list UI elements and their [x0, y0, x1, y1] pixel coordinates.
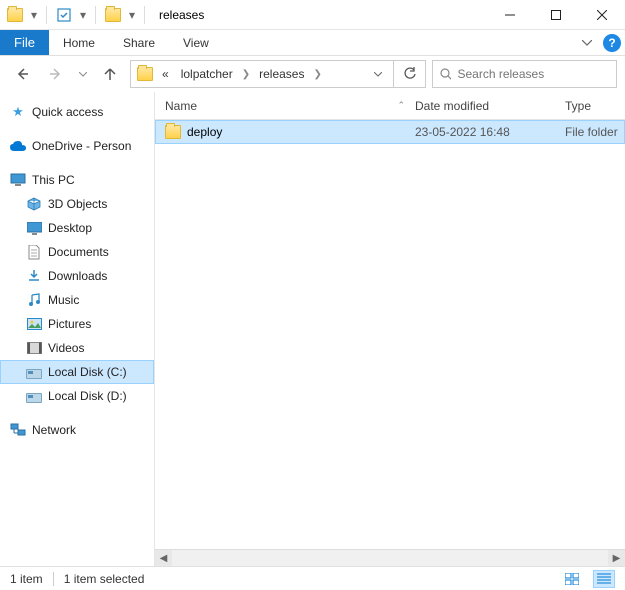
cloud-icon: [10, 138, 26, 154]
horizontal-scrollbar[interactable]: ◀ ▶: [155, 549, 625, 566]
window-title: releases: [153, 8, 487, 22]
close-button[interactable]: [579, 0, 625, 30]
quick-access-toolbar: ▾ ▾ ▾: [0, 4, 153, 26]
sidebar-item-quick-access[interactable]: ★ Quick access: [0, 100, 154, 124]
content-pane: Name ⌃ Date modified Type deploy 23-05-2…: [155, 92, 625, 566]
view-details-button[interactable]: [593, 570, 615, 588]
document-icon: [26, 244, 42, 260]
status-item-count: 1 item: [10, 572, 43, 586]
disk-icon: [26, 364, 42, 380]
qat-dropdown[interactable]: ▾: [28, 4, 40, 26]
title-bar: ▾ ▾ ▾ releases: [0, 0, 625, 30]
sidebar-item-3d-objects[interactable]: 3D Objects: [0, 192, 154, 216]
status-selected-count: 1 item selected: [64, 572, 145, 586]
address-dropdown-icon[interactable]: [367, 72, 389, 77]
sidebar-item-label: Videos: [48, 341, 84, 355]
star-icon: ★: [10, 104, 26, 120]
scroll-left-icon[interactable]: ◀: [155, 550, 172, 567]
file-list[interactable]: deploy 23-05-2022 16:48 File folder: [155, 120, 625, 549]
network-icon: [10, 422, 26, 438]
address-bar-row: « lolpatcher ❯ releases ❯: [0, 56, 625, 92]
status-bar: 1 item 1 item selected: [0, 566, 625, 590]
file-type: File folder: [565, 125, 624, 139]
file-date: 23-05-2022 16:48: [415, 125, 565, 139]
sidebar-item-pictures[interactable]: Pictures: [0, 312, 154, 336]
column-header-date[interactable]: Date modified: [415, 99, 565, 113]
back-button[interactable]: [8, 60, 36, 88]
file-tab[interactable]: File: [0, 30, 49, 55]
sidebar-item-label: 3D Objects: [48, 197, 107, 211]
navigation-pane: ★ Quick access OneDrive - Person This PC…: [0, 92, 155, 566]
location-folder-icon: [135, 67, 155, 81]
sidebar-item-documents[interactable]: Documents: [0, 240, 154, 264]
app-icon[interactable]: [4, 4, 26, 26]
search-input[interactable]: [457, 67, 610, 81]
refresh-button[interactable]: [394, 60, 426, 88]
download-icon: [26, 268, 42, 284]
sidebar-item-label: Music: [48, 293, 79, 307]
properties-icon[interactable]: [53, 4, 75, 26]
sidebar-item-desktop[interactable]: Desktop: [0, 216, 154, 240]
sidebar-item-onedrive[interactable]: OneDrive - Person: [0, 134, 154, 158]
desktop-icon: [26, 220, 42, 236]
sidebar-item-label: Local Disk (D:): [48, 389, 127, 403]
folder-icon: [165, 124, 181, 140]
sidebar-item-label: Local Disk (C:): [48, 365, 127, 379]
minimize-button[interactable]: [487, 0, 533, 30]
crumb-lolpatcher[interactable]: lolpatcher: [176, 67, 238, 81]
address-bar[interactable]: « lolpatcher ❯ releases ❯: [130, 60, 394, 88]
view-tab[interactable]: View: [169, 30, 223, 55]
sort-indicator-icon: ⌃: [397, 100, 405, 111]
pc-icon: [10, 172, 26, 188]
sidebar-item-label: OneDrive - Person: [32, 139, 131, 153]
file-name: deploy: [187, 125, 222, 139]
cube-icon: [26, 196, 42, 212]
share-tab[interactable]: Share: [109, 30, 169, 55]
sidebar-item-label: This PC: [32, 173, 75, 187]
column-header-type[interactable]: Type: [565, 99, 625, 113]
view-thumbnails-button[interactable]: [561, 570, 583, 588]
sidebar-item-downloads[interactable]: Downloads: [0, 264, 154, 288]
video-icon: [26, 340, 42, 356]
music-icon: [26, 292, 42, 308]
column-header-name[interactable]: Name ⌃: [165, 99, 415, 113]
crumb-sep-icon-2[interactable]: ❯: [311, 69, 323, 80]
ribbon-expand-icon[interactable]: [575, 30, 599, 55]
help-icon: ?: [603, 34, 621, 52]
sidebar-item-label: Downloads: [48, 269, 107, 283]
qat-dropdown-2[interactable]: ▾: [77, 4, 89, 26]
home-tab[interactable]: Home: [49, 30, 109, 55]
sidebar-item-local-disk-c[interactable]: Local Disk (C:): [0, 360, 154, 384]
recent-dropdown[interactable]: [76, 60, 90, 88]
sidebar-item-label: Pictures: [48, 317, 91, 331]
sidebar-item-label: Documents: [48, 245, 109, 259]
crumb-prefix[interactable]: «: [157, 67, 174, 81]
forward-button[interactable]: [42, 60, 70, 88]
picture-icon: [26, 316, 42, 332]
sidebar-item-this-pc[interactable]: This PC: [0, 168, 154, 192]
maximize-button[interactable]: [533, 0, 579, 30]
folder-icon-qat[interactable]: [102, 4, 124, 26]
scroll-right-icon[interactable]: ▶: [608, 550, 625, 567]
sidebar-item-music[interactable]: Music: [0, 288, 154, 312]
sidebar-item-label: Quick access: [32, 105, 103, 119]
crumb-sep-icon[interactable]: ❯: [240, 69, 252, 80]
column-headers: Name ⌃ Date modified Type: [155, 92, 625, 120]
sidebar-item-label: Desktop: [48, 221, 92, 235]
ribbon-tabs: File Home Share View ?: [0, 30, 625, 56]
disk-icon: [26, 388, 42, 404]
sidebar-item-label: Network: [32, 423, 76, 437]
help-button[interactable]: ?: [599, 30, 625, 55]
crumb-releases[interactable]: releases: [254, 67, 309, 81]
sidebar-item-local-disk-d[interactable]: Local Disk (D:): [0, 384, 154, 408]
search-box[interactable]: [432, 60, 617, 88]
up-button[interactable]: [96, 60, 124, 88]
qat-chevron[interactable]: ▾: [126, 4, 138, 26]
file-row[interactable]: deploy 23-05-2022 16:48 File folder: [155, 120, 625, 144]
sidebar-item-videos[interactable]: Videos: [0, 336, 154, 360]
search-icon: [439, 67, 451, 81]
sidebar-item-network[interactable]: Network: [0, 418, 154, 442]
